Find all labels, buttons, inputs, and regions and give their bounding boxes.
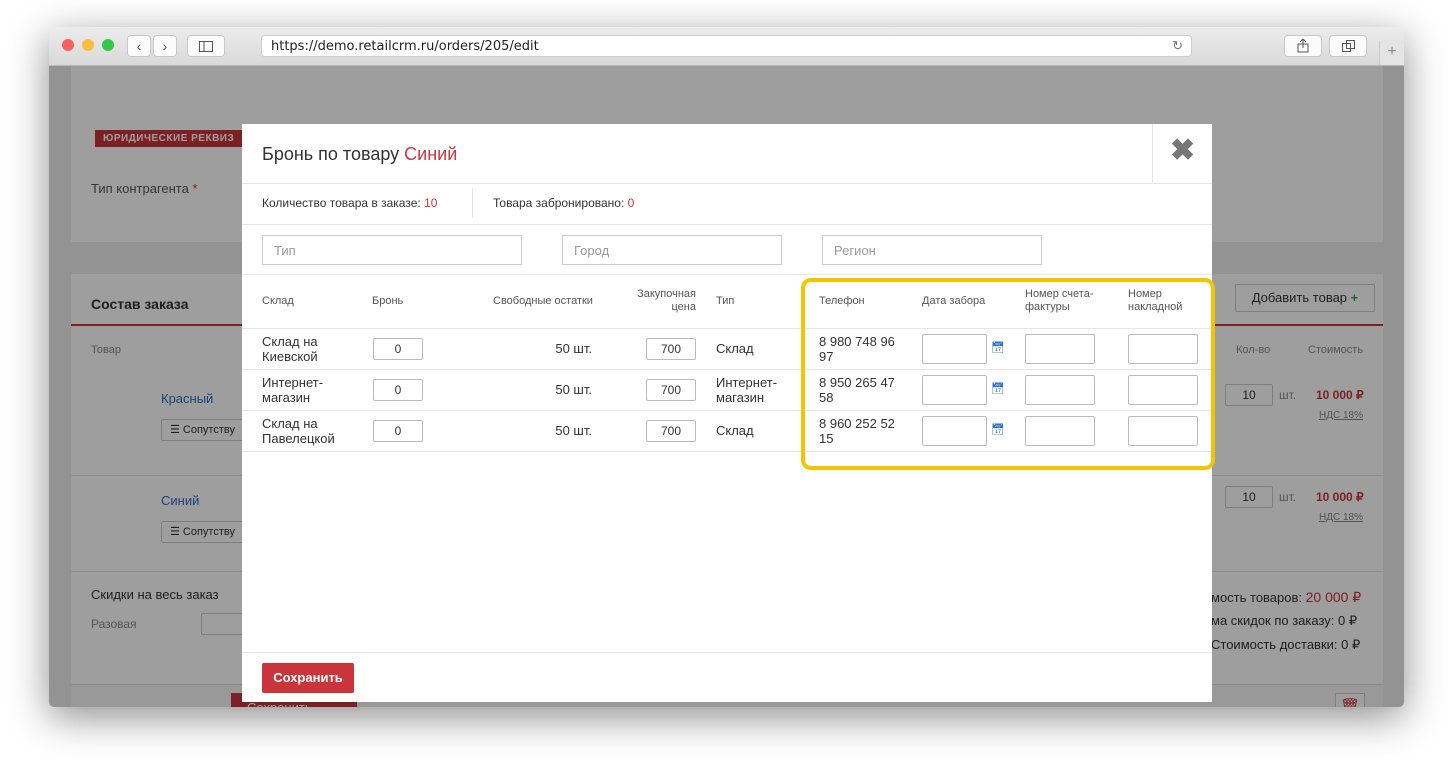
divider [242,652,1212,653]
modal-title: Бронь по товару Синий [262,144,458,164]
divider [242,224,1212,225]
tabs-icon [1341,40,1355,52]
highlight-frame [801,278,1215,470]
free-stock: 50 шт. [555,341,592,356]
divider [242,183,1212,184]
reload-icon[interactable]: ↻ [1172,38,1183,54]
reserved-count: Товара забронировано: 0 [493,196,635,210]
region-filter-input[interactable]: Регион [822,235,1042,265]
price-input[interactable]: 700 [646,338,696,360]
header-warehouse: Склад [262,295,294,307]
city-filter-input[interactable]: Город [562,235,782,265]
forward-button[interactable]: › [153,35,177,57]
sidebar-icon [199,41,213,52]
close-button[interactable]: ✖ [1152,124,1212,183]
warehouse-type: Склад [716,341,754,356]
back-button[interactable]: ‹ [127,35,151,57]
page-content: ЮРИДИЧЕСКИЕ РЕКВИЗ Тип контрагента * Сос… [49,66,1404,707]
header-purchase-price: Закупочная цена [637,288,696,313]
warehouse-type: Интернет-магазин [716,375,778,405]
new-tab-button[interactable]: + [1379,41,1404,65]
share-button[interactable] [1284,35,1322,57]
close-icon[interactable]: ✖ [1170,136,1195,166]
reserve-input[interactable]: 0 [373,379,423,401]
browser-window: ‹ › https://demo.retailcrm.ru/orders/205… [49,27,1404,707]
header-free-stock: Свободные остатки [493,295,593,307]
close-window-button[interactable] [62,39,74,51]
free-stock: 50 шт. [555,382,592,397]
sidebar-button[interactable] [187,35,225,57]
chevron-right-icon: › [162,38,168,54]
header-reserve: Бронь [372,295,404,307]
zoom-window-button[interactable] [102,39,114,51]
reserve-input[interactable]: 0 [373,420,423,442]
type-filter-input[interactable]: Тип [262,235,522,265]
free-stock: 50 шт. [555,423,592,438]
reserve-input[interactable]: 0 [373,338,423,360]
share-icon [1297,38,1309,53]
warehouse-name: Склад на Киевской [262,334,318,364]
browser-toolbar: ‹ › https://demo.retailcrm.ru/orders/205… [49,27,1404,66]
url-text: https://demo.retailcrm.ru/orders/205/edi… [271,39,539,54]
tabs-button[interactable] [1329,35,1367,57]
price-input[interactable]: 700 [646,420,696,442]
stat-divider [472,188,473,218]
save-reservation-button[interactable]: Сохранить [262,663,354,693]
warehouse-name: Интернет-магазин [262,375,324,405]
minimize-window-button[interactable] [82,39,94,51]
warehouse-type: Склад [716,423,754,438]
warehouse-name: Склад на Павелецкой [262,416,335,446]
chevron-left-icon: ‹ [136,38,142,54]
qty-in-order: Количество товара в заказе: 10 [262,196,438,210]
divider [242,274,1212,275]
price-input[interactable]: 700 [646,379,696,401]
header-type: Тип [716,295,735,307]
address-bar[interactable]: https://demo.retailcrm.ru/orders/205/edi… [261,35,1192,57]
